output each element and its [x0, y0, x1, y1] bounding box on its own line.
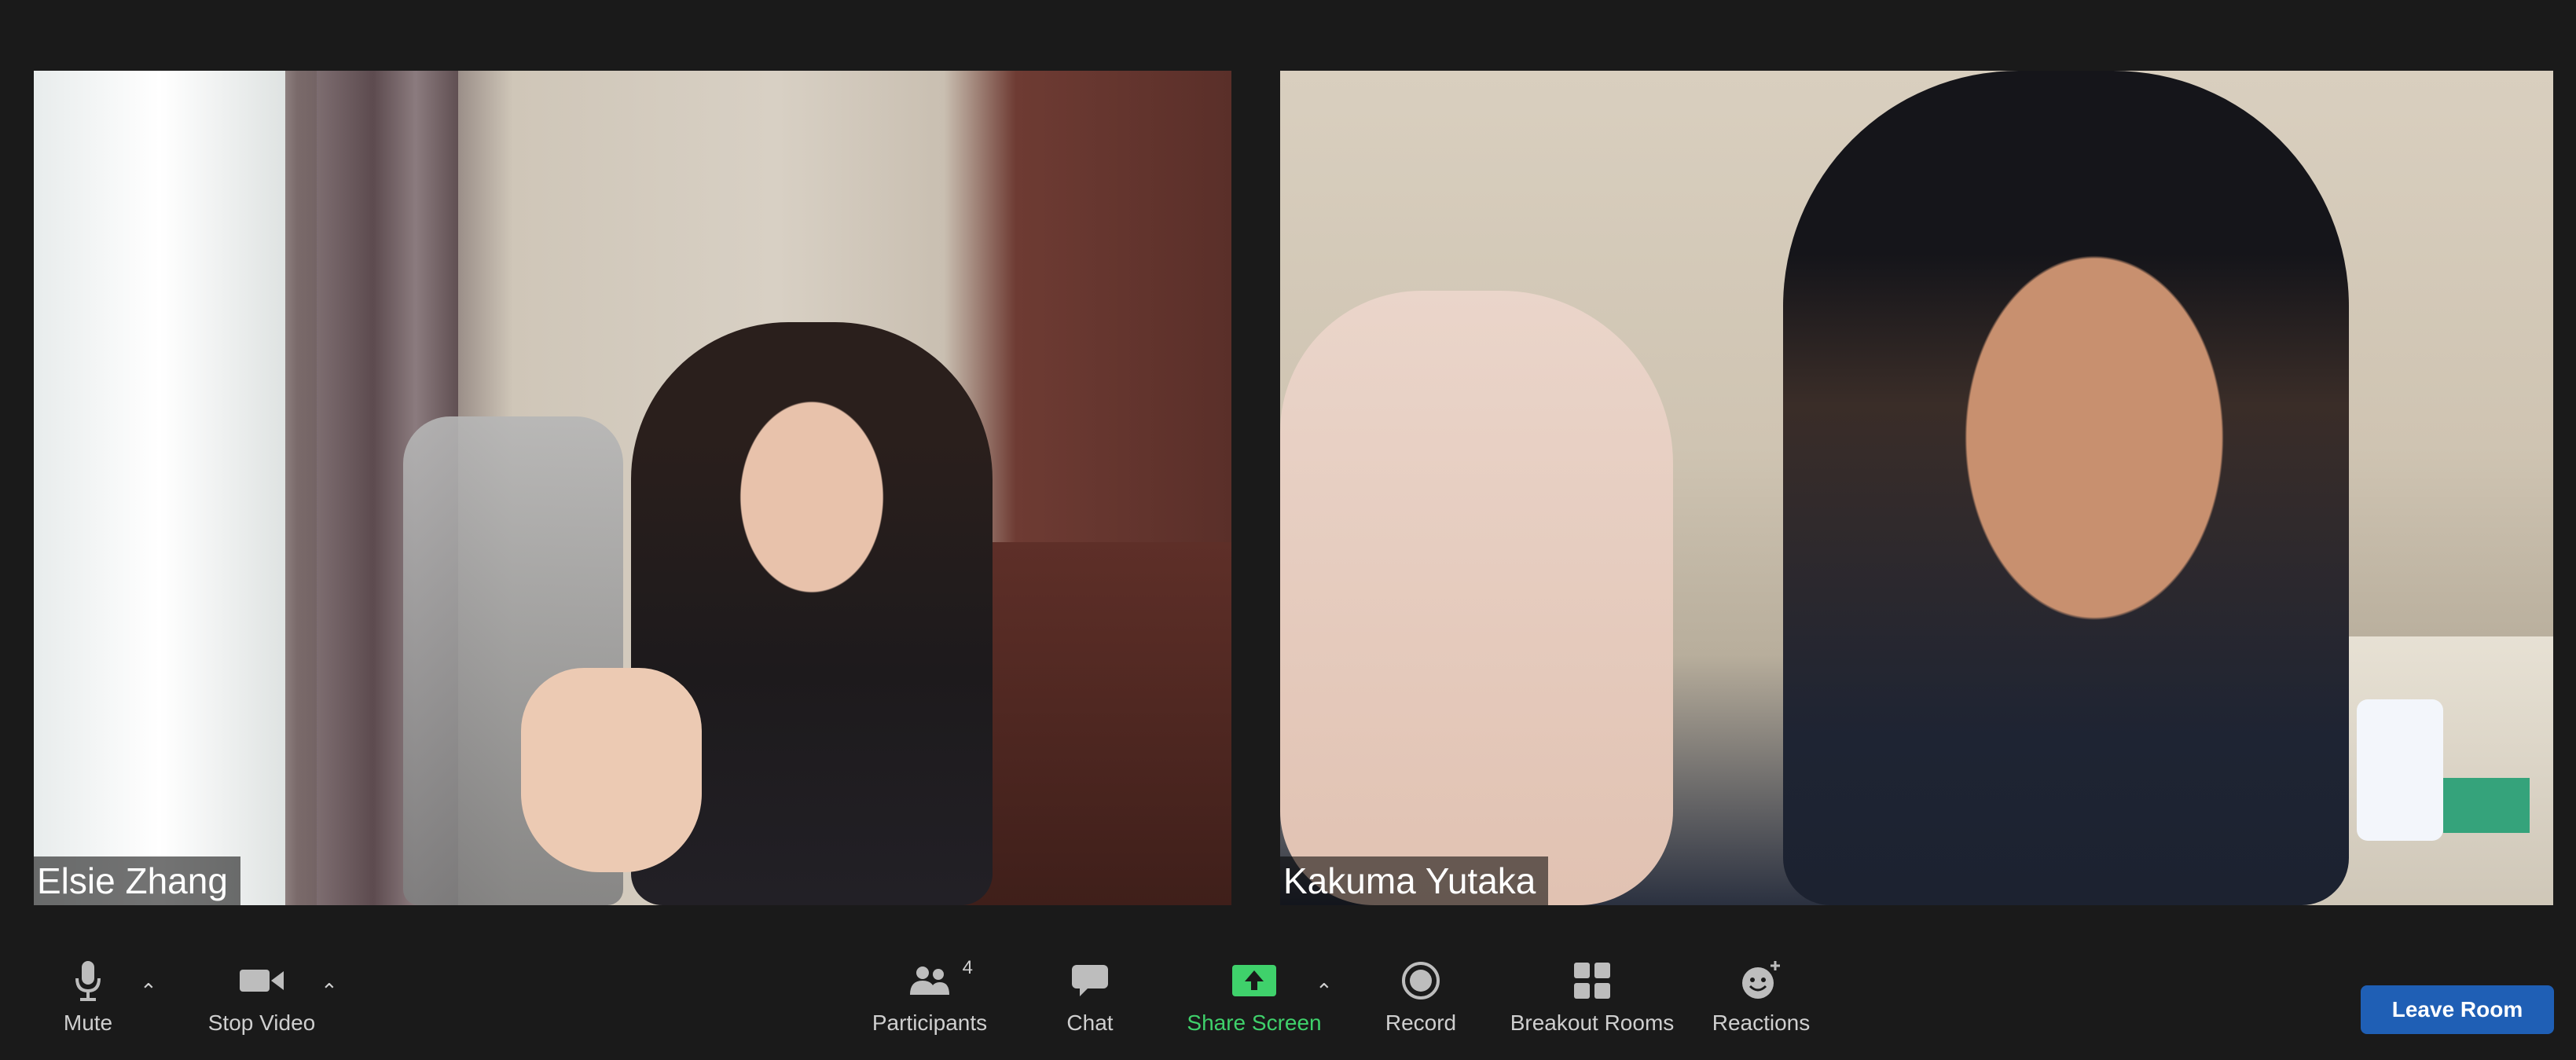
video-feed-background [2357, 699, 2443, 841]
video-camera-icon [238, 955, 285, 1006]
video-feed-background [961, 542, 1231, 905]
share-screen-label: Share Screen [1187, 1010, 1322, 1035]
meeting-window: Elsie Zhang Kakuma Yutaka Mute ⌃ Stop Vi… [0, 0, 2576, 1060]
chat-button[interactable]: Chat [1062, 955, 1117, 1050]
meeting-toolbar: Mute ⌃ Stop Video ⌃ 4 Participants Chat … [0, 940, 2576, 1060]
reactions-icon [1739, 955, 1783, 1006]
record-icon [1401, 955, 1440, 1006]
leave-room-button[interactable]: Leave Room [2361, 985, 2554, 1034]
video-feed-background [2443, 778, 2530, 833]
reactions-button[interactable]: Reactions [1712, 955, 1811, 1050]
video-options-caret-icon[interactable]: ⌃ [321, 979, 338, 1003]
mute-label: Mute [63, 1010, 113, 1035]
participant-name-label: Elsie Zhang [34, 856, 240, 905]
stop-video-button[interactable]: Stop Video [203, 955, 321, 1050]
share-screen-button[interactable]: Share Screen [1187, 955, 1322, 1050]
audio-options-caret-icon[interactable]: ⌃ [140, 979, 157, 1003]
breakout-rooms-icon [1572, 955, 1612, 1006]
microphone-icon [74, 955, 102, 1006]
share-options-caret-icon[interactable]: ⌃ [1316, 979, 1333, 1003]
video-tile-participant-2[interactable]: Kakuma Yutaka [1280, 71, 2553, 905]
breakout-rooms-label: Breakout Rooms [1510, 1010, 1675, 1035]
video-tile-participant-1[interactable]: Elsie Zhang [34, 71, 1231, 905]
participants-button[interactable]: 4 Participants [871, 955, 989, 1050]
participant-video-image [1280, 291, 1673, 905]
participant-video-image [521, 668, 702, 872]
chat-bubble-icon [1070, 955, 1110, 1006]
people-icon: 4 [907, 955, 973, 1006]
record-label: Record [1385, 1010, 1457, 1035]
stop-video-label: Stop Video [207, 1010, 316, 1035]
video-feed-background [34, 71, 285, 905]
breakout-rooms-button[interactable]: Breakout Rooms [1510, 955, 1674, 1050]
participant-video-image [1783, 71, 2349, 905]
mute-button[interactable]: Mute [57, 955, 119, 1050]
chat-label: Chat [1066, 1010, 1114, 1035]
reactions-label: Reactions [1712, 1010, 1811, 1035]
share-screen-icon [1231, 955, 1278, 1006]
participants-label: Participants [872, 1010, 988, 1035]
participants-count-badge: 4 [962, 957, 973, 978]
record-button[interactable]: Record [1383, 955, 1459, 1050]
participant-name-label: Kakuma Yutaka [1280, 856, 1549, 905]
